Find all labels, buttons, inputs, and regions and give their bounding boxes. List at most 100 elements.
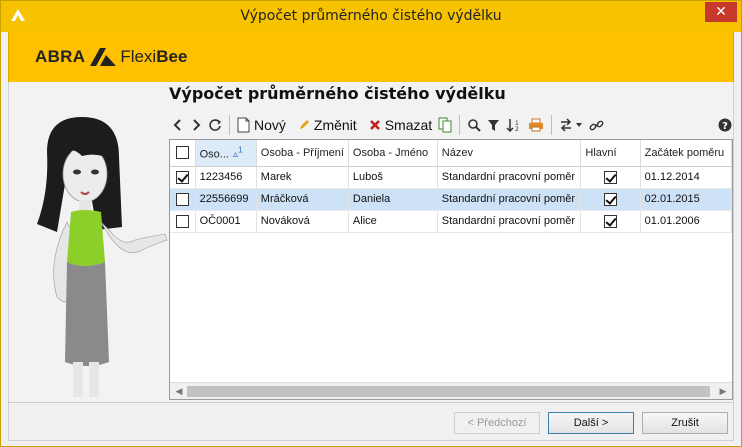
next-record-button[interactable]: [187, 113, 205, 137]
main-checkbox: [604, 192, 618, 206]
sort-button[interactable]: 12: [503, 113, 525, 137]
row-select-cell: [170, 210, 196, 233]
dialog-window: Výpočet průměrného čistého výdělku ✕ ABR…: [0, 0, 742, 447]
row-checkbox[interactable]: [175, 192, 189, 206]
brand-header: ABRA Flexi Bee: [8, 32, 734, 82]
sort-order-number: 1: [237, 145, 243, 156]
assistant-illustration: [37, 117, 168, 397]
toolbar-separator: [551, 115, 553, 135]
cell-surname: Nováková: [256, 210, 349, 233]
toolbar: Nový Změnit Smazat 12 ?: [169, 112, 735, 138]
cell-first-name: Daniela: [348, 188, 438, 211]
horizontal-scrollbar[interactable]: ◀ ▶: [170, 382, 732, 399]
edit-button[interactable]: Změnit: [295, 113, 360, 137]
abra-flexibee-logo: ABRA Flexi Bee: [35, 46, 187, 68]
select-all-checkbox[interactable]: [175, 146, 189, 160]
refresh-button[interactable]: [205, 113, 225, 137]
column-label-id: Oso...: [199, 148, 229, 161]
records-table: Oso... ▵1 Osoba - Příjmení Osoba - Jméno …: [170, 140, 733, 233]
logo-mark-icon: [90, 48, 117, 66]
cell-main: [580, 188, 641, 211]
button-bar: < Předchozí Další > Zrušit: [8, 402, 734, 441]
cell-start: 01.12.2014: [640, 166, 733, 189]
printer-icon: [529, 118, 544, 132]
new-document-icon: [237, 117, 250, 133]
column-header-first-name[interactable]: Osoba - Jméno: [348, 140, 438, 167]
row-checkbox[interactable]: [175, 214, 189, 228]
svg-text:?: ?: [722, 121, 728, 132]
next-button[interactable]: Další >: [548, 412, 634, 434]
cell-name: Standardní pracovní poměr: [437, 166, 582, 189]
scrollbar-thumb[interactable]: [187, 386, 710, 397]
window-title: Výpočet průměrného čistého výdělku: [240, 8, 502, 24]
cell-main: [580, 210, 641, 233]
cancel-button[interactable]: Zrušit: [642, 412, 728, 434]
toolbar-separator: [229, 115, 230, 135]
logo-bee: Bee: [156, 47, 188, 66]
refresh-icon: [209, 119, 222, 131]
print-button[interactable]: [525, 113, 547, 137]
close-icon[interactable]: ✕: [705, 2, 737, 22]
wizard-content: Výpočet průměrného čistého výdělku Nový …: [8, 82, 734, 402]
cell-name: Standardní pracovní poměr: [437, 210, 582, 233]
sort-ascending-icon: ▵1: [232, 145, 243, 161]
records-grid: Oso... ▵1 Osoba - Příjmení Osoba - Jméno …: [169, 139, 733, 400]
link-button[interactable]: [586, 113, 607, 137]
pencil-icon: [299, 120, 309, 129]
svg-text:2: 2: [515, 126, 519, 132]
import-export-button[interactable]: [556, 113, 586, 137]
delete-x-icon: [369, 120, 380, 130]
cell-id: 1223456: [195, 166, 257, 189]
cell-name: Standardní pracovní poměr: [437, 188, 582, 211]
swap-arrows-icon: [561, 118, 583, 132]
cell-surname: Marek: [256, 166, 349, 189]
copy-icon: [438, 117, 452, 133]
toolbar-separator: [459, 115, 461, 135]
delete-button[interactable]: Smazat: [366, 113, 435, 137]
cell-start: 01.01.2006: [640, 210, 733, 233]
page-title: Výpočet průměrného čistého výdělku: [169, 84, 506, 103]
new-label: Nový: [254, 117, 286, 133]
cell-surname: Mráčková: [256, 188, 349, 211]
logo-abra: ABRA: [35, 47, 86, 66]
filter-button[interactable]: [484, 113, 503, 137]
row-checkbox[interactable]: [175, 170, 189, 184]
filter-icon: [488, 119, 500, 131]
table-row[interactable]: 22556699 Mráčková Daniela Standardní pra…: [170, 188, 733, 211]
row-select-cell: [170, 188, 196, 211]
prev-record-button[interactable]: [169, 113, 187, 137]
chevron-left-icon: [173, 119, 181, 131]
column-header-surname[interactable]: Osoba - Příjmení: [256, 140, 349, 167]
cell-first-name: Alice: [348, 210, 438, 233]
help-button[interactable]: ?: [715, 113, 735, 137]
cell-id: 22556699: [195, 188, 257, 211]
link-icon: [589, 120, 604, 130]
search-button[interactable]: [464, 113, 484, 137]
delete-label: Smazat: [384, 117, 433, 133]
select-all-header[interactable]: [170, 140, 196, 167]
logo-flexi: Flexi: [120, 47, 157, 66]
copy-button[interactable]: [435, 113, 455, 137]
table-row[interactable]: OČ0001 Nováková Alice Standardní pracovn…: [170, 210, 733, 233]
help-icon: ?: [718, 118, 732, 132]
row-select-cell: [170, 166, 196, 189]
column-header-id[interactable]: Oso... ▵1: [195, 140, 257, 167]
chevron-right-icon: [193, 119, 201, 131]
column-header-name[interactable]: Název: [437, 140, 582, 167]
edit-label: Změnit: [313, 117, 357, 133]
sort-icon: 12: [506, 119, 519, 132]
cell-first-name: Luboš: [348, 166, 438, 189]
scroll-left-icon[interactable]: ◀: [173, 386, 185, 397]
main-checkbox: [604, 170, 618, 184]
cell-main: [580, 166, 641, 189]
header-row: Oso... ▵1 Osoba - Příjmení Osoba - Jméno …: [170, 140, 733, 167]
table-row[interactable]: 1223456 Marek Luboš Standardní pracovní …: [170, 166, 733, 189]
column-header-main[interactable]: Hlavní: [580, 140, 641, 167]
new-button[interactable]: Nový: [234, 113, 289, 137]
previous-button[interactable]: < Předchozí: [454, 412, 540, 434]
cell-start: 02.01.2015: [640, 188, 733, 211]
column-header-start[interactable]: Začátek poměru: [640, 140, 733, 167]
main-checkbox: [604, 214, 618, 228]
scroll-right-icon[interactable]: ▶: [717, 386, 729, 397]
cell-id: OČ0001: [195, 210, 257, 233]
